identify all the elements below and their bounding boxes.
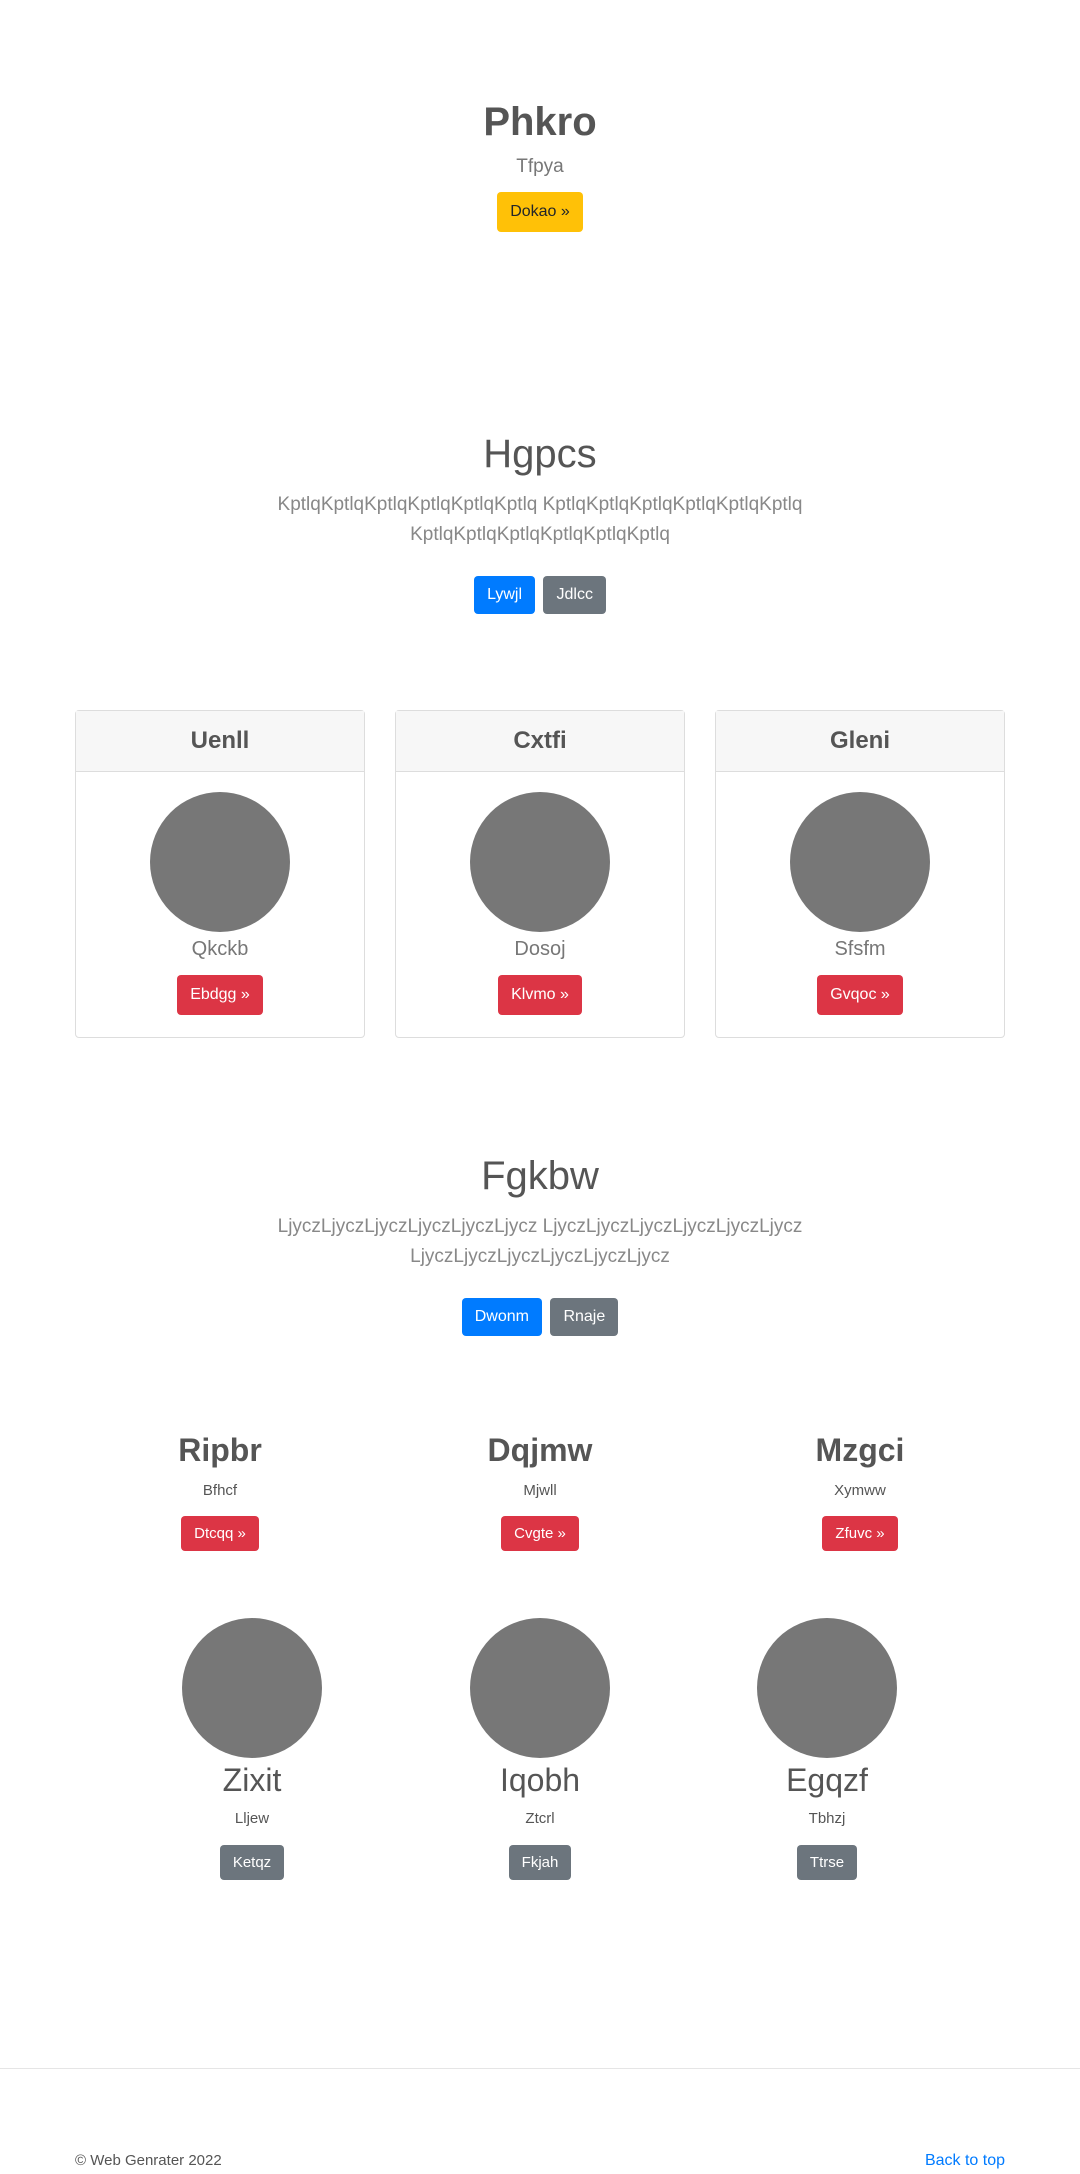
hero-section: Phkro Tfpya Dokao » xyxy=(0,98,1080,232)
placeholder-image xyxy=(150,792,290,932)
section-hgpcs: Hgpcs KptlqKptlqKptlqKptlqKptlqKptlq Kpt… xyxy=(0,430,1080,614)
hero-button[interactable]: Dokao » xyxy=(497,192,583,232)
card-caption: Qkckb xyxy=(191,938,249,960)
card-title: Uenll xyxy=(76,711,364,772)
section-actions: Lywjl Jdlcc xyxy=(0,576,1080,614)
profile-text: Ztcrl xyxy=(525,1810,555,1827)
card: Cxtfi Dosoj Klvmo » xyxy=(395,710,685,1038)
feature-column: Dqjmw Mjwll Cvgte » xyxy=(390,1430,690,1551)
section-title: Hgpcs xyxy=(483,432,597,476)
feature-column: Mzgci Xymww Zfuvc » xyxy=(710,1430,1010,1551)
placeholder-image xyxy=(470,792,610,932)
secondary-button[interactable]: Jdlcc xyxy=(543,576,606,614)
profile-column: Iqobh Ztcrl Fkjah xyxy=(420,1618,660,1880)
card-deck: Uenll Qkckb Ebdgg » Cxtfi Dosoj Klvmo » … xyxy=(75,710,1005,1038)
profile-text: Tbhzj xyxy=(808,1810,846,1827)
section-title: Fgkbw xyxy=(481,1154,599,1198)
profile-name: Egqzf xyxy=(786,1762,868,1798)
feature-title: Dqjmw xyxy=(487,1432,593,1468)
footer-divider xyxy=(0,2068,1080,2069)
hero-title: Phkro xyxy=(483,100,597,144)
profile-text: Lljew xyxy=(234,1810,270,1827)
card-button[interactable]: Klvmo » xyxy=(498,975,582,1015)
avatar xyxy=(470,1618,610,1758)
feature-button[interactable]: Dtcqq » xyxy=(181,1516,259,1551)
feature-column: Ripbr Bfhcf Dtcqq » xyxy=(70,1430,370,1551)
profile-button[interactable]: Ketqz xyxy=(219,1845,285,1880)
card: Gleni Sfsfm Gvqoc » xyxy=(715,710,1005,1038)
section-text: KptlqKptlqKptlqKptlqKptlqKptlq KptlqKptl… xyxy=(277,494,803,545)
profile-button[interactable]: Fkjah xyxy=(508,1845,572,1880)
section-actions: Dwonm Rnaje xyxy=(0,1298,1080,1336)
card: Uenll Qkckb Ebdgg » xyxy=(75,710,365,1038)
profile-name: Zixit xyxy=(222,1762,282,1798)
back-to-top-link[interactable]: Back to top xyxy=(925,2152,1005,2170)
card-caption: Sfsfm xyxy=(834,938,886,960)
card-button[interactable]: Ebdgg » xyxy=(177,975,263,1015)
card-title: Cxtfi xyxy=(396,711,684,772)
secondary-button[interactable]: Rnaje xyxy=(550,1298,619,1336)
profile-name: Iqobh xyxy=(499,1762,581,1798)
copyright-text: © Web Genrater 2022 xyxy=(75,2152,222,2169)
section-text: LjyczLjyczLjyczLjyczLjyczLjycz LjyczLjyc… xyxy=(277,1216,803,1267)
feature-text: Bfhcf xyxy=(202,1482,238,1499)
hero-subtitle: Tfpya xyxy=(516,156,564,177)
card-button[interactable]: Gvqoc » xyxy=(817,975,903,1015)
card-caption: Dosoj xyxy=(514,938,566,960)
feature-title: Ripbr xyxy=(178,1432,262,1468)
profile-column: Zixit Lljew Ketqz xyxy=(132,1618,372,1880)
primary-button[interactable]: Dwonm xyxy=(461,1298,542,1336)
profile-button[interactable]: Ttrse xyxy=(796,1845,858,1880)
placeholder-image xyxy=(790,792,930,932)
section-fgkbw: Fgkbw LjyczLjyczLjyczLjyczLjyczLjycz Ljy… xyxy=(0,1152,1080,1336)
feature-button[interactable]: Cvgte » xyxy=(501,1516,579,1551)
feature-text: Mjwll xyxy=(523,1482,557,1499)
feature-text: Xymww xyxy=(834,1482,886,1499)
card-title: Gleni xyxy=(716,711,1004,772)
avatar xyxy=(757,1618,897,1758)
avatar xyxy=(182,1618,322,1758)
feature-title: Mzgci xyxy=(815,1432,905,1468)
primary-button[interactable]: Lywjl xyxy=(474,576,536,614)
profile-column: Egqzf Tbhzj Ttrse xyxy=(707,1618,947,1880)
feature-button[interactable]: Zfuvc » xyxy=(822,1516,898,1551)
